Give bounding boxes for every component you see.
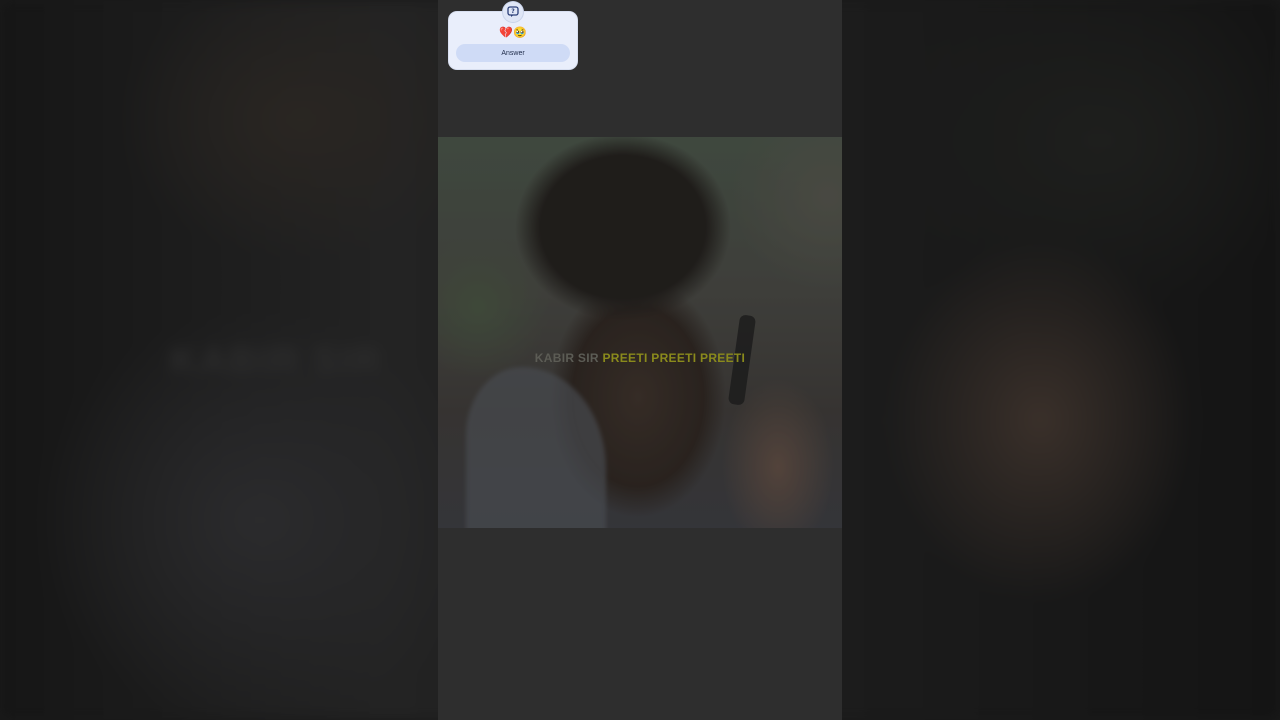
caption-highlight: PREETI PREETI PREETI <box>602 351 746 365</box>
video-frame[interactable]: KABIR SIR PREETI PREETI PREETI <box>438 137 842 528</box>
video-player[interactable]: KABIR SIR PREETI PREETI PREETI <box>438 0 842 720</box>
shorts-viewer: KABIR SIR KABIR SIR PREETI PREETI PREETI… <box>0 0 1280 720</box>
svg-text:?: ? <box>511 8 515 15</box>
answer-button[interactable]: Answer <box>456 44 570 62</box>
question-bubble-icon: ? <box>503 2 523 22</box>
question-emoji: 💔🥹 <box>499 27 527 39</box>
caption-lead: KABIR SIR <box>534 351 599 365</box>
video-dim-overlay <box>438 137 842 528</box>
question-bubble-icon-glyph: ? <box>507 6 519 17</box>
video-caption: KABIR SIR PREETI PREETI PREETI <box>438 351 842 365</box>
blurred-caption: KABIR SIR <box>170 340 383 382</box>
